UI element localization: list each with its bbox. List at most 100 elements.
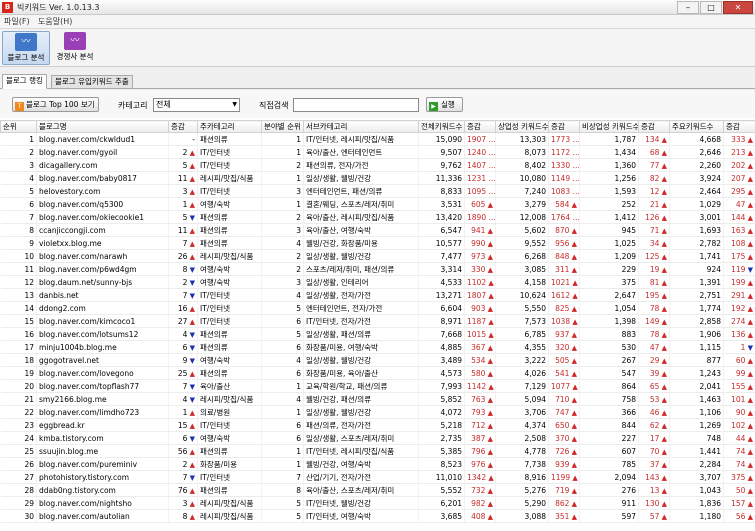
- table-row[interactable]: 22 blog.naver.com/limdho723 1 ▲ 의료/병원 1 일상/생활…: [0, 405, 755, 419]
- close-button[interactable]: ✕: [723, 1, 753, 14]
- run-button[interactable]: ▶ 실행: [426, 97, 463, 112]
- table-row[interactable]: 8 ccanjiccongji.com 11 ▲ 패션의류 3 육아/출산, 여행/숙박 6…: [0, 223, 755, 237]
- main-category-cell: IT/인터넷: [197, 288, 262, 302]
- category-select[interactable]: 전체 ▼: [153, 98, 240, 112]
- blog-analysis-button[interactable]: 〰 블로그 분석: [2, 31, 50, 65]
- commercial-keywords-cell: 3,088: [495, 509, 549, 523]
- column-header[interactable]: 증감: [168, 120, 198, 133]
- sub-category-cell: IT/인터넷, 레시피/맛집/식품: [303, 132, 419, 146]
- table-row[interactable]: 18 ggogotravel.net 9 ▼ 여행/숙박 4 일상/생활, 웰빙/건강 3,…: [0, 353, 755, 367]
- tab-blog-ranking[interactable]: 블로그 랭킹: [2, 74, 47, 89]
- main-keywords-cell: 1,906: [669, 327, 724, 341]
- table-row[interactable]: 24 kmba.tistory.com 6 ▼ 여행/숙박 6 일상/생활, 스포츠/레저…: [0, 431, 755, 445]
- column-header[interactable]: 분야별 순위: [261, 120, 304, 133]
- blog-name-cell: blog.naver.com/gyoil: [36, 145, 169, 159]
- table-row[interactable]: 9 violetxx.blog.me 7 ▲ 패션의류 4 웰빙/건강, 화장품/미용 10…: [0, 236, 755, 250]
- table-row[interactable]: 7 blog.naver.com/okiecookie1 5 ▼ 패션의류 2 육아/출산…: [0, 210, 755, 224]
- column-header[interactable]: 주카테고리: [197, 120, 262, 133]
- search-input[interactable]: [293, 98, 419, 112]
- column-header[interactable]: 서브카테고리: [303, 120, 419, 133]
- arrow-up-icon: ▲: [659, 252, 667, 261]
- commercial-keywords-change-cell: 1199 ▲: [548, 470, 580, 484]
- sub-category-cell: 화장품/미용, 육아/출산: [303, 366, 419, 380]
- table-row[interactable]: 19 blog.naver.com/lovegono 25 ▲ 패션의류 6 화장품/미용…: [0, 366, 755, 380]
- table-row[interactable]: 15 blog.naver.com/kimcoco1 27 ▲ IT/인터넷 6 IT/인…: [0, 314, 755, 328]
- table-row[interactable]: 20 blog.naver.com/topflash77 7 ▼ 육아/출산 1 교육/학…: [0, 379, 755, 393]
- table-row[interactable]: 29 blog.naver.com/nightsho 3 ▲ 레시피/맛집/식품 5 IT…: [0, 496, 755, 510]
- table-row[interactable]: 27 photohistory.tistory.com 7 ▼ IT/인터넷 7 산업/기…: [0, 470, 755, 484]
- total-keywords-cell: 8,833: [418, 184, 465, 198]
- column-header[interactable]: 증감: [464, 120, 496, 133]
- table-row[interactable]: 14 ddong2.com 16 ▲ IT/인터넷 5 엔터테인먼트, 전자/가전 6,60…: [0, 301, 755, 315]
- maximize-button[interactable]: □: [700, 1, 722, 14]
- arrow-up-icon: ▲: [486, 278, 494, 287]
- blog-analysis-icon: 〰: [15, 33, 37, 51]
- column-header[interactable]: 증감: [638, 120, 670, 133]
- table-row[interactable]: 5 helovestory.com 3 ▲ IT/인터넷 3 엔터테인먼트, 패션/의류 8…: [0, 184, 755, 198]
- sub-category-cell: 웰빙/건강, 패션/의류: [303, 392, 419, 406]
- sub-category-cell: 스포츠/레저/취미, 패션/의류: [303, 262, 419, 276]
- commercial-keywords-change-cell: 311 ▲: [548, 262, 580, 276]
- table-row[interactable]: 30 blog.naver.com/autolian 8 ▲ 레시피/맛집/식품 5 IT…: [0, 509, 755, 523]
- table-row[interactable]: 25 ssuujin.blog.me 56 ▲ 패션의류 1 IT/인터넷, 레시피/맛집…: [0, 444, 755, 458]
- column-header[interactable]: 블로그명: [36, 120, 169, 133]
- noncommercial-keywords-cell: 844: [579, 418, 639, 432]
- main-category-cell: 여행/숙박: [197, 262, 262, 276]
- tab-inflow-keyword-extract[interactable]: 블로그 유입키워드 추출: [51, 75, 133, 89]
- menu-file[interactable]: 파일(F): [4, 16, 30, 27]
- minimize-button[interactable]: –: [677, 1, 699, 14]
- total-keywords-change-cell: 1095 …: [464, 184, 496, 198]
- table-row[interactable]: 16 blog.naver.com/lotsums12 4 ▼ 패션의류 5 일상/생활,…: [0, 327, 755, 341]
- table-row[interactable]: 2 blog.naver.com/gyoil 2 ▲ IT/인터넷 1 육아/출산, 엔터…: [0, 145, 755, 159]
- arrow-up-icon: ▲: [569, 395, 577, 404]
- arrow-up-icon: ▲: [745, 213, 753, 222]
- table-row[interactable]: 17 minju1004b.blog.me 6 ▼ 패션의류 6 화장품/미용, 여행/숙…: [0, 340, 755, 354]
- blog-name-cell: blog.naver.com/lotsums12: [36, 327, 169, 341]
- field-rank-cell: 6: [261, 340, 304, 354]
- main-category-cell: 패션의류: [197, 444, 262, 458]
- blog-name-cell: helovestory.com: [36, 184, 169, 198]
- total-keywords-change-cell: 1142 ▲: [464, 379, 496, 393]
- sub-category-cell: 화장품/미용, 여행/숙박: [303, 340, 419, 354]
- column-header[interactable]: 주요키워드수: [669, 120, 724, 133]
- rank-change-cell: 8 ▼: [168, 262, 198, 276]
- noncommercial-keywords-change-cell: 13 ▲: [638, 483, 670, 497]
- commercial-keywords-cell: 2,508: [495, 431, 549, 445]
- column-header[interactable]: 비상업성 키워드수: [579, 120, 639, 133]
- column-header[interactable]: 증감: [723, 120, 755, 133]
- arrow-down-icon: ▼: [187, 291, 195, 300]
- column-header[interactable]: 전체키워드수: [418, 120, 465, 133]
- table-row[interactable]: 1 blog.naver.com/ckwldud1- 패션의류 1 IT/인터넷, 레시…: [0, 132, 755, 146]
- total-keywords-cell: 8,523: [418, 457, 465, 471]
- main-keywords-cell: 4,668: [669, 132, 724, 146]
- table-row[interactable]: 21 smy2166.blog.me 4 ▼ 레시피/맛집/식품 4 웰빙/건강, 패션/…: [0, 392, 755, 406]
- column-header[interactable]: 증감: [548, 120, 580, 133]
- commercial-keywords-change-cell: 848 ▲: [548, 249, 580, 263]
- competitor-analysis-button[interactable]: 〰 경쟁사 분석: [52, 31, 98, 65]
- arrow-up-icon: ▲: [570, 382, 578, 391]
- main-keywords-change-cell: 47 ▲: [723, 197, 755, 211]
- table-row[interactable]: 3 dicagallery.com 5 ▲ IT/인터넷 2 패션의류, 전자/가전 9,7…: [0, 158, 755, 172]
- main-category-cell: 패션의류: [197, 366, 262, 380]
- arrow-up-icon: ▲: [187, 304, 195, 313]
- table-row[interactable]: 12 blog.daum.net/sunny-bjs 2 ▼ 여행/숙박 3 일상/생활,…: [0, 275, 755, 289]
- column-header[interactable]: 상업성 키워드수: [495, 120, 549, 133]
- arrow-up-icon: ▲: [659, 304, 667, 313]
- table-row[interactable]: 13 danbis.net 7 ▼ IT/인터넷 4 일상/생활, 전자/가전 13,271…: [0, 288, 755, 302]
- menu-help[interactable]: 도움말(H): [38, 16, 72, 27]
- table-row[interactable]: 4 blog.naver.com/baby0817 11 ▲ 레시피/맛집/식품 1 일상…: [0, 171, 755, 185]
- table-row[interactable]: 23 eggbread.kr 15 ▲ IT/인터넷 6 패션/의류, 전자/가전 5,21…: [0, 418, 755, 432]
- table-row[interactable]: 6 blog.naver.com/q5300 1 ▲ 여행/숙박 1 결혼/웨딩, 스포츠…: [0, 197, 755, 211]
- top100-button[interactable]: T 블로그 Top 100 보기: [12, 97, 99, 112]
- rank-cell: 22: [0, 405, 37, 419]
- main-keywords-change-cell: 291 ▲: [723, 288, 755, 302]
- arrow-down-icon: ▼: [745, 343, 753, 352]
- arrow-up-icon: ▲: [745, 148, 753, 157]
- sub-category-cell: IT/인터넷, 전자/가전: [303, 314, 419, 328]
- table-row[interactable]: 26 blog.naver.com/pureminiv 2 ▲ 화장품/미용 1 웰빙/건…: [0, 457, 755, 471]
- field-rank-cell: 1: [261, 379, 304, 393]
- column-header[interactable]: 순위: [0, 120, 37, 133]
- table-row[interactable]: 11 blog.naver.com/p6wd4gm 8 ▼ 여행/숙박 2 스포츠/레저/…: [0, 262, 755, 276]
- table-row[interactable]: 10 blog.naver.com/narawh 26 ▲ 레시피/맛집/식품 2 일상/…: [0, 249, 755, 263]
- table-row[interactable]: 28 ddab0ng.tistory.com 76 ▲ 패션의류 8 육아/출산, 스포츠…: [0, 483, 755, 497]
